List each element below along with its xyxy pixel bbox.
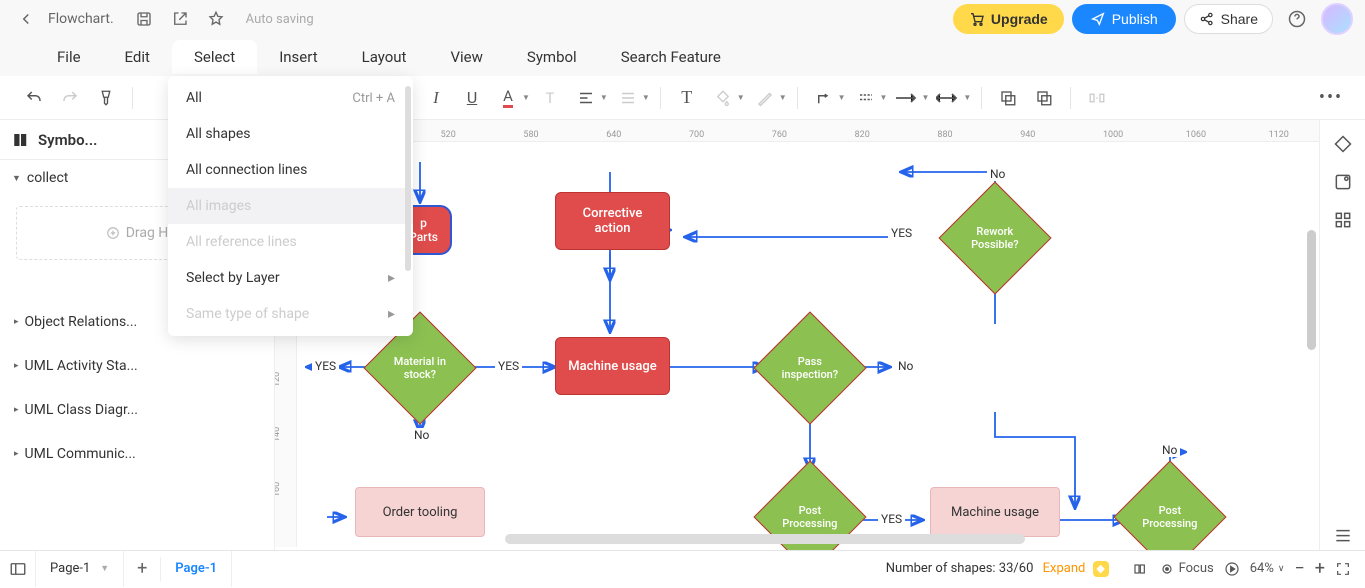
page-tab-inactive[interactable]: Page-1▼ bbox=[36, 551, 124, 587]
settings-panel-icon[interactable] bbox=[1327, 166, 1359, 198]
plus-circle-icon bbox=[106, 226, 120, 240]
zoom-out-button[interactable]: − bbox=[1294, 558, 1304, 579]
bring-front-button[interactable] bbox=[1028, 82, 1060, 114]
spacing-button[interactable] bbox=[612, 82, 644, 114]
add-page-button[interactable]: + bbox=[124, 558, 160, 579]
premium-badge-icon: ◆ bbox=[1093, 561, 1109, 577]
node-machine-usage-1[interactable]: Machine usage bbox=[555, 337, 670, 395]
line-color-button[interactable] bbox=[749, 82, 781, 114]
publish-button[interactable]: Publish bbox=[1072, 4, 1176, 34]
dropdown-item[interactable]: Select by Layer▸ bbox=[168, 260, 413, 296]
upgrade-button[interactable]: Upgrade bbox=[953, 4, 1064, 34]
node-pass-inspection[interactable]: Pass inspection? bbox=[770, 328, 850, 408]
redo-button[interactable] bbox=[54, 82, 86, 114]
bottom-bar: Page-1▼ + Page-1 Number of shapes: 33/60… bbox=[0, 550, 1365, 586]
save-icon[interactable] bbox=[130, 5, 158, 33]
format-painter-button[interactable] bbox=[90, 82, 122, 114]
underline-button[interactable]: U bbox=[456, 82, 488, 114]
send-back-button[interactable] bbox=[992, 82, 1024, 114]
document-title: Flowchart. bbox=[48, 11, 114, 27]
dropdown-item: All reference lines bbox=[168, 224, 413, 260]
sidebar-section[interactable]: ▸UML Class Diagr... bbox=[0, 388, 274, 432]
star-icon[interactable] bbox=[202, 5, 230, 33]
panel-toggle-icon[interactable] bbox=[0, 551, 36, 587]
more-button[interactable]: ••• bbox=[1315, 82, 1347, 114]
right-sidebar bbox=[1319, 120, 1365, 550]
canvas-area[interactable]: 4004605205806407007608208809401000106011… bbox=[275, 120, 1319, 550]
menu-symbol[interactable]: Symbol bbox=[505, 40, 599, 74]
node-order-tooling[interactable]: Order tooling bbox=[355, 487, 485, 537]
node-material-in-stock[interactable]: Material in stock? bbox=[380, 328, 460, 408]
save-status: Auto saving bbox=[246, 12, 314, 27]
sidebar-section[interactable]: ▸UML Activity Sta... bbox=[0, 344, 274, 388]
external-link-icon[interactable] bbox=[166, 5, 194, 33]
fill-color-button[interactable] bbox=[707, 82, 739, 114]
text-tool-button[interactable]: T bbox=[671, 82, 703, 114]
fullscreen-icon[interactable] bbox=[1335, 561, 1351, 577]
vertical-scrollbar[interactable] bbox=[1307, 230, 1316, 350]
connector-style-button[interactable] bbox=[808, 82, 840, 114]
menu-file[interactable]: File bbox=[35, 40, 103, 74]
shape-count: Number of shapes: 33/60 bbox=[886, 561, 1034, 576]
strikethrough-button[interactable]: T bbox=[534, 82, 566, 114]
canvas[interactable]: 120140160 bbox=[275, 142, 1319, 547]
italic-button[interactable]: I bbox=[420, 82, 452, 114]
avatar[interactable] bbox=[1321, 3, 1353, 35]
zoom-in-button[interactable]: + bbox=[1315, 558, 1325, 579]
theme-icon[interactable] bbox=[1327, 128, 1359, 160]
edge-label-no: No bbox=[1159, 443, 1180, 457]
edge-label-yes: YES bbox=[495, 359, 522, 373]
node-machine-usage-2[interactable]: Machine usage bbox=[930, 487, 1060, 537]
undo-button[interactable] bbox=[18, 82, 50, 114]
edge-label-no: No bbox=[987, 167, 1008, 181]
arrow-end-button[interactable] bbox=[933, 82, 965, 114]
edge-label-no: No bbox=[895, 359, 916, 373]
layers-icon[interactable] bbox=[1327, 518, 1359, 550]
thumbnails-icon[interactable] bbox=[1133, 561, 1149, 577]
expand-link[interactable]: Expand bbox=[1043, 561, 1086, 576]
menu-bar: FileEditSelectInsertLayoutViewSymbolSear… bbox=[0, 38, 1365, 76]
page-tab-active[interactable]: Page-1 bbox=[161, 551, 232, 587]
select-dropdown: AllCtrl + AAll shapesAll connection line… bbox=[168, 76, 413, 336]
edge-label-yes: YES bbox=[312, 359, 339, 373]
menu-edit[interactable]: Edit bbox=[103, 40, 172, 74]
horizontal-scrollbar[interactable] bbox=[505, 534, 1025, 544]
focus-button[interactable]: Focus bbox=[1159, 561, 1214, 577]
align-button[interactable] bbox=[570, 82, 602, 114]
node-rework-possible[interactable]: Rework Possible? bbox=[955, 198, 1035, 278]
edge-label-yes: YES bbox=[888, 226, 915, 240]
dropdown-item[interactable]: All shapes bbox=[168, 116, 413, 152]
dropdown-item: Same type of shape▸ bbox=[168, 296, 413, 332]
arrow-start-button[interactable] bbox=[891, 82, 923, 114]
dropdown-item: All images bbox=[168, 188, 413, 224]
menu-view[interactable]: View bbox=[428, 40, 504, 74]
share-button[interactable]: Share bbox=[1184, 4, 1273, 34]
sidebar-section[interactable]: ▸UML Communic... bbox=[0, 432, 274, 476]
grid-icon[interactable] bbox=[1327, 204, 1359, 236]
back-button[interactable] bbox=[12, 5, 40, 33]
node-corrective-action[interactable]: Corrective action bbox=[555, 192, 670, 250]
edge-label-no: No bbox=[411, 428, 432, 442]
library-icon bbox=[12, 131, 30, 149]
menu-select[interactable]: Select bbox=[172, 40, 257, 74]
node-post-processing-2[interactable]: Post Processing bbox=[1130, 477, 1210, 550]
dropdown-scrollbar[interactable] bbox=[405, 86, 411, 271]
help-button[interactable] bbox=[1281, 3, 1313, 35]
dropdown-item[interactable]: All connection lines bbox=[168, 152, 413, 188]
distribute-button[interactable] bbox=[1081, 82, 1113, 114]
presentation-icon[interactable] bbox=[1224, 561, 1240, 577]
top-bar: Flowchart. Auto saving Upgrade Publish S… bbox=[0, 0, 1365, 38]
zoom-level[interactable]: 64% ∨ bbox=[1250, 561, 1285, 576]
menu-insert[interactable]: Insert bbox=[257, 40, 339, 74]
dropdown-item[interactable]: AllCtrl + A bbox=[168, 80, 413, 116]
line-style-button[interactable] bbox=[850, 82, 882, 114]
horizontal-ruler: 4004605205806407007608208809401000106011… bbox=[275, 120, 1319, 142]
menu-search-feature[interactable]: Search Feature bbox=[599, 40, 743, 74]
edge-label-yes: YES bbox=[878, 512, 905, 526]
menu-layout[interactable]: Layout bbox=[340, 40, 429, 74]
font-color-button[interactable]: A bbox=[492, 82, 524, 114]
